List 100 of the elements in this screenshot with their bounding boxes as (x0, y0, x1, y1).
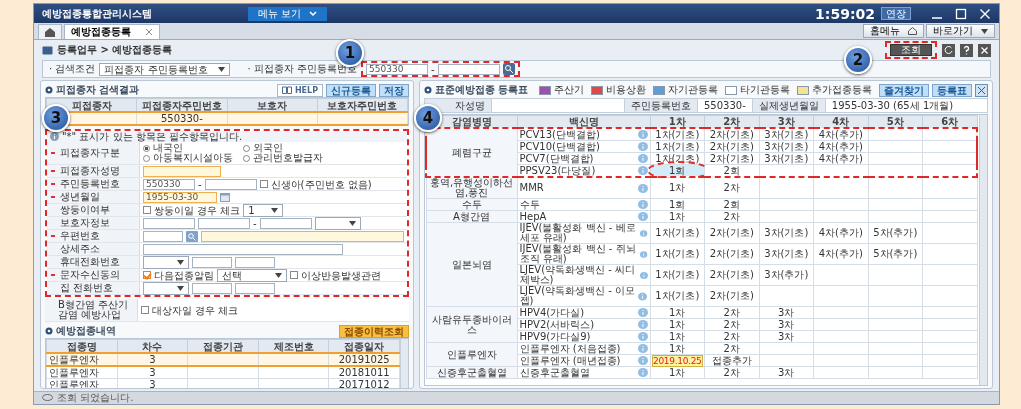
help-icon[interactable] (960, 43, 973, 57)
info-icon[interactable] (637, 308, 648, 317)
info-icon[interactable] (638, 291, 648, 301)
home-menu-button[interactable]: 홈메뉴 (863, 24, 924, 38)
vaccine-name: PCV13(단백결합) (519, 129, 600, 140)
field-label: 우편번호 (60, 231, 100, 241)
dose-label[interactable]: 2차 (723, 182, 740, 193)
input-field[interactable] (204, 178, 257, 190)
input-field[interactable] (235, 282, 275, 294)
id-front-field[interactable]: 550330 (366, 63, 429, 75)
extend-button[interactable]: 연장 (881, 7, 911, 20)
info-icon[interactable] (637, 320, 648, 329)
register-sheet-button[interactable]: 등록표 (932, 83, 972, 97)
home-icon (908, 27, 917, 35)
input-field[interactable] (143, 165, 221, 177)
radio-option[interactable]: 내국인 (143, 143, 243, 153)
vaccine-name: 신증후군출혈열 (519, 367, 590, 378)
history-button[interactable]: 접종이력조회 (339, 324, 409, 338)
disease-cell: 인플루엔자 (426, 342, 517, 367)
required-mark (51, 196, 55, 198)
info-icon[interactable] (637, 332, 648, 341)
legend-label: 비용상환 (606, 83, 646, 97)
caret-icon (177, 285, 184, 291)
info-icon[interactable] (637, 200, 648, 209)
info-icon[interactable] (637, 154, 648, 163)
dose-label[interactable]: 1차 (669, 182, 686, 193)
scrollbar[interactable] (400, 339, 408, 388)
info-icon[interactable] (640, 228, 648, 238)
window-title: 예방접종통합관리시스템 (42, 6, 153, 21)
info-icon[interactable] (637, 344, 648, 353)
radio-option[interactable]: 외국인 (243, 143, 343, 153)
history-row[interactable]: 인플루엔자 3 20191025 (46, 353, 400, 366)
checkbox[interactable]: 대상자일 경우 체크 (141, 304, 239, 316)
input-field[interactable] (198, 217, 250, 229)
info-icon[interactable] (639, 270, 648, 280)
query-button[interactable]: 조회 (890, 44, 932, 56)
field-label: 보호자정보 (60, 218, 110, 228)
shortcut-button[interactable]: 바로가기 (926, 24, 995, 38)
radio-option[interactable]: 관리번호발급자 (243, 153, 343, 163)
input-field[interactable]: 550330 (143, 178, 195, 190)
clock: 1:59:02 (815, 5, 875, 22)
checkbox[interactable]: 신생아(주민번호 없음) (259, 178, 372, 190)
search-icon[interactable] (502, 63, 515, 75)
vaccine-name: 인플루엔자 (매년접종) (519, 355, 621, 366)
favorites-button[interactable]: 즐겨찾기 (879, 83, 929, 97)
history-row[interactable]: 인플루엔자 3 20181011 (46, 366, 400, 379)
info-icon[interactable] (640, 249, 648, 259)
info-value: 1955-03-30 (65세 1개월) (830, 99, 955, 112)
status-text: 조회 되었습니다. (57, 391, 134, 405)
condition-dropdown[interactable]: 피접종자 주민등록번호 (99, 62, 230, 76)
close-icon[interactable] (978, 43, 991, 57)
id-back-field[interactable] (437, 63, 500, 75)
info-icon[interactable] (637, 212, 648, 221)
input-field[interactable] (143, 217, 195, 229)
section-title: 피접종자 검색결과 (56, 83, 140, 97)
save-button[interactable]: 저장 (379, 83, 409, 97)
disease-cell: 폐렴구균 (426, 128, 517, 177)
menu-button[interactable]: 메뉴 보기 (248, 6, 328, 21)
input-field[interactable] (143, 243, 343, 255)
home-icon[interactable] (38, 24, 62, 39)
info-icon[interactable] (637, 130, 648, 139)
info-icon[interactable] (637, 368, 648, 377)
checkbox[interactable]: 쌍둥이일 경우 체크 (143, 204, 241, 216)
checkbox[interactable]: 이상반응발생관련 (290, 269, 381, 281)
help-button[interactable]: HELP (276, 83, 323, 97)
refresh-icon[interactable] (942, 43, 955, 57)
column-header: 피접종자 (46, 98, 137, 112)
required-mark (51, 152, 55, 154)
vaccine-name: HPV2(서바릭스) (519, 319, 595, 330)
caret-icon (348, 220, 356, 226)
caret-icon (217, 66, 225, 72)
date-field[interactable]: 1955-03-30 (143, 191, 217, 203)
input-field[interactable] (192, 282, 232, 294)
info-icon[interactable] (637, 142, 648, 151)
input-field[interactable] (259, 217, 312, 229)
address-field[interactable] (201, 230, 404, 242)
input-field[interactable] (235, 256, 275, 268)
caret-icon (309, 10, 318, 17)
info-icon[interactable] (637, 166, 648, 175)
vaccine-name: IJEV(불활성화 백신 - 베로세포 유래) (519, 223, 637, 243)
input-field[interactable] (143, 230, 183, 242)
expand-icon[interactable] (975, 83, 988, 97)
input-field[interactable] (192, 256, 232, 268)
calendar-icon[interactable] (220, 192, 230, 202)
new-register-button[interactable]: 신규등록 (326, 83, 376, 97)
caret-icon (981, 28, 988, 34)
info-icon[interactable] (637, 183, 648, 193)
bullet-icon (424, 86, 432, 94)
radio-option[interactable]: 아동복지시설아동 (143, 153, 243, 163)
disease-cell: 일본뇌염 (426, 222, 517, 307)
disease-cell: 사람유두종바이러스 (426, 306, 517, 343)
separator: - (431, 63, 435, 75)
column-header: 백신명 (517, 115, 650, 128)
info-icon[interactable] (637, 356, 648, 365)
search-icon[interactable] (186, 230, 198, 242)
tab[interactable]: 예방접종등록 (64, 24, 160, 39)
checkbox[interactable]: 다음접종알림 (143, 269, 214, 281)
scrollbar[interactable] (979, 115, 987, 385)
maximize-icon[interactable] (955, 7, 967, 20)
vaccine-name: PCV10(단백결합) (519, 141, 600, 152)
